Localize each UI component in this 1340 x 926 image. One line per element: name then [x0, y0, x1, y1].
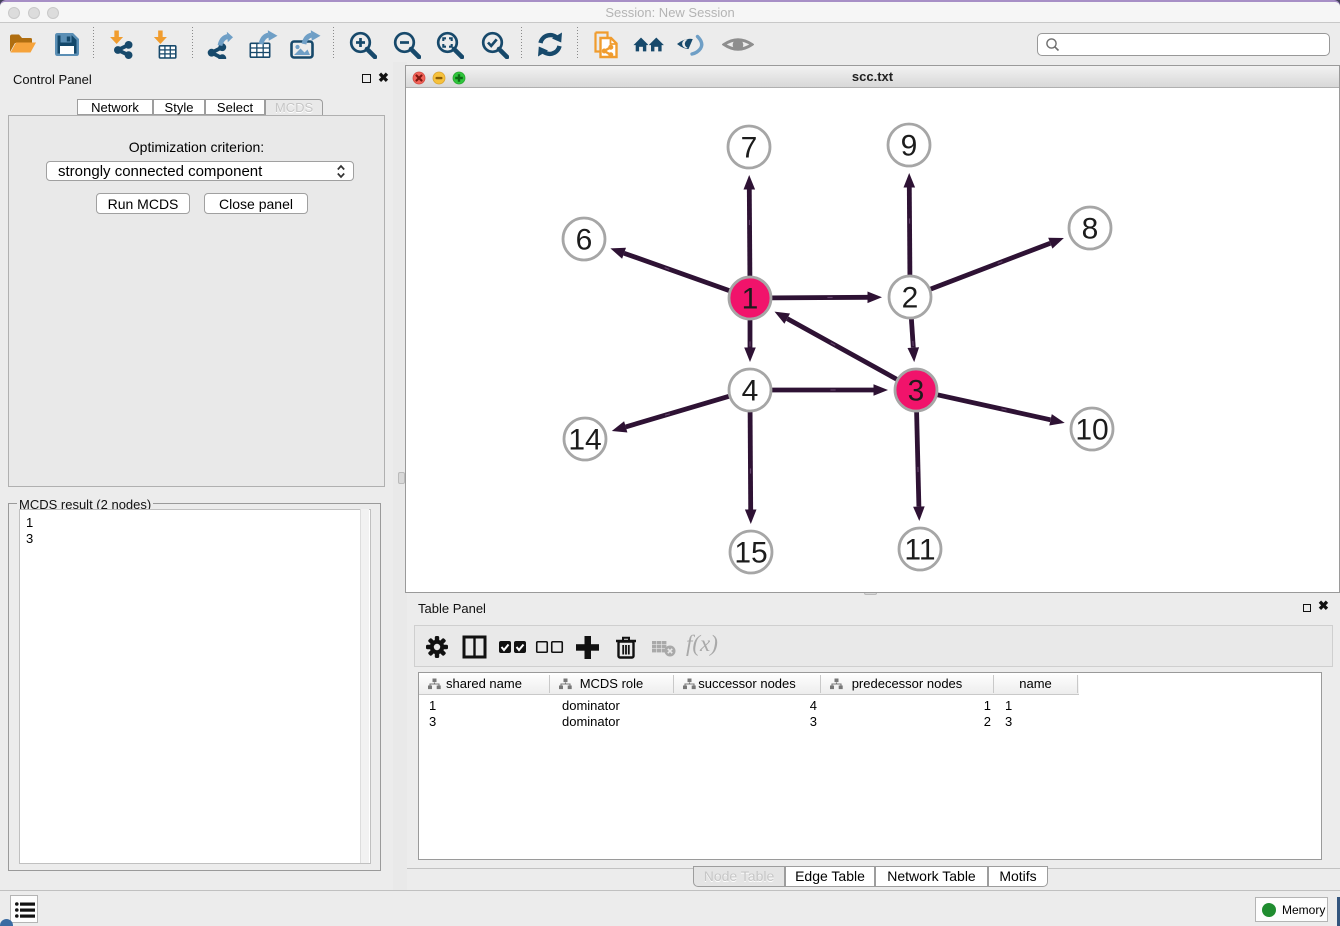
svg-text:11: 11	[904, 534, 935, 567]
svg-text:2: 2	[902, 282, 919, 315]
svg-text:15: 15	[734, 537, 767, 570]
svg-text:4: 4	[742, 375, 759, 408]
svg-text:7: 7	[741, 132, 758, 165]
svg-text:8: 8	[1082, 213, 1099, 246]
svg-text:14: 14	[568, 424, 601, 457]
svg-text:9: 9	[901, 130, 918, 163]
svg-text:6: 6	[576, 224, 593, 257]
svg-text:3: 3	[908, 375, 925, 408]
svg-text:1: 1	[742, 283, 759, 316]
svg-text:10: 10	[1075, 414, 1108, 447]
